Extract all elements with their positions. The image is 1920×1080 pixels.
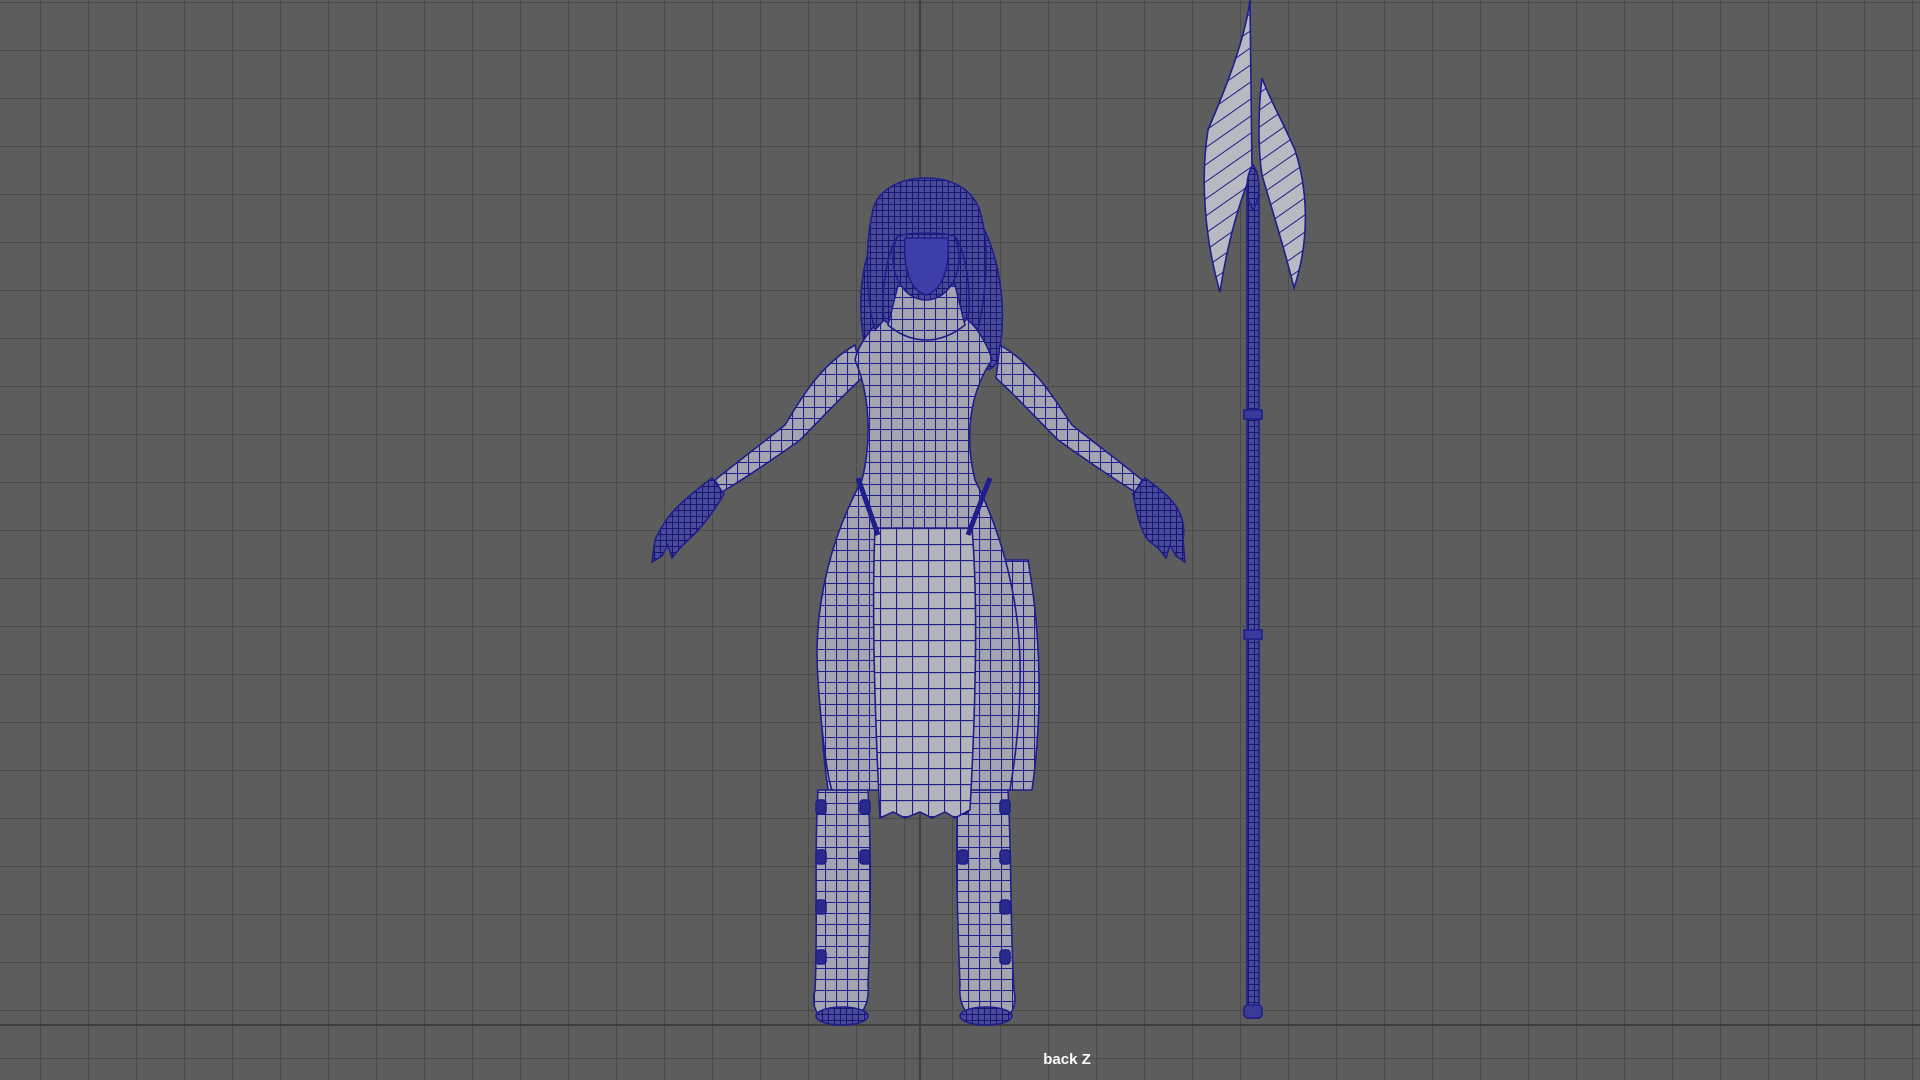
halberd-model[interactable] (1203, 0, 1307, 1019)
viewport-back-z[interactable]: back Z (0, 0, 1920, 1080)
camera-label: back Z (1043, 1051, 1091, 1068)
right-arm (995, 343, 1144, 494)
scene-objects[interactable] (0, 0, 1920, 1080)
character-model[interactable] (650, 177, 1186, 1026)
left-hand (650, 476, 725, 564)
right-hand (1132, 476, 1186, 564)
halberd-shaft (1246, 189, 1260, 1019)
halberd-blade-right (1258, 77, 1307, 291)
halberd-blade-left (1203, 0, 1253, 293)
dress-front-panel (872, 527, 977, 820)
left-boot-sole (815, 1006, 869, 1026)
right-boot-sole (959, 1006, 1013, 1026)
left-arm (713, 343, 863, 494)
